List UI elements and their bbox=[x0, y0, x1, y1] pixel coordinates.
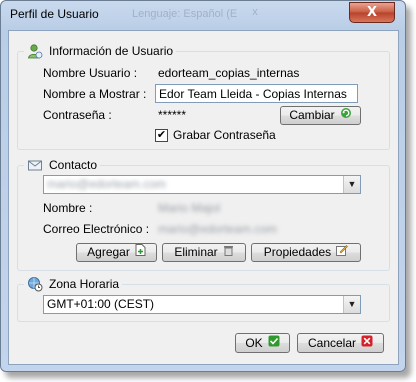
timezone-select-value: GMT+01:00 (CEST) bbox=[47, 297, 155, 311]
user-icon bbox=[27, 43, 43, 59]
background-close-icon: x bbox=[252, 6, 258, 18]
display-name-field[interactable] bbox=[155, 84, 358, 103]
change-password-label: Cambiar bbox=[289, 108, 335, 122]
edit-icon bbox=[336, 244, 349, 261]
password-value: ****** bbox=[158, 108, 187, 122]
contact-legend: Contacto bbox=[24, 157, 101, 173]
dialog-body: Información de Usuario Nombre Usuario : … bbox=[8, 30, 399, 365]
delete-contact-label: Eliminar bbox=[174, 245, 218, 259]
password-label: Contraseña : bbox=[43, 108, 112, 122]
contact-select[interactable]: mario@edorteam.com ▼ bbox=[43, 175, 361, 194]
cancel-button[interactable]: Cancelar bbox=[297, 333, 384, 353]
change-password-button[interactable]: Cambiar bbox=[280, 106, 361, 125]
timezone-legend: Zona Horaria bbox=[24, 276, 123, 292]
add-icon bbox=[135, 244, 146, 261]
background-window-text: Lenguaje: Español (E bbox=[132, 8, 238, 20]
timezone-select[interactable]: GMT+01:00 (CEST) ▼ bbox=[43, 295, 361, 314]
chevron-down-icon[interactable]: ▼ bbox=[343, 296, 360, 313]
globe-clock-icon bbox=[27, 276, 43, 292]
user-info-title: Información de Usuario bbox=[49, 44, 174, 58]
envelope-icon bbox=[27, 157, 43, 173]
check-icon bbox=[268, 335, 280, 352]
timezone-group: Zona Horaria GMT+01:00 (CEST) ▼ bbox=[17, 276, 390, 322]
save-password-checkbox[interactable]: ✔ bbox=[155, 129, 168, 142]
username-label: Nombre Usuario : bbox=[43, 66, 138, 80]
timezone-title: Zona Horaria bbox=[49, 277, 120, 291]
contact-properties-label: Propiedades bbox=[263, 245, 332, 259]
display-name-label: Nombre a Mostrar : bbox=[43, 87, 147, 101]
chevron-down-icon[interactable]: ▼ bbox=[343, 176, 360, 193]
close-button[interactable]: X bbox=[349, 2, 395, 23]
contact-name-label: Nombre : bbox=[43, 201, 93, 215]
user-info-legend: Información de Usuario bbox=[24, 43, 177, 59]
cancel-x-icon bbox=[361, 335, 373, 352]
save-password-label: Grabar Contraseña bbox=[173, 128, 276, 142]
title-bar[interactable]: Perfil de Usuario Lenguaje: Español (E x… bbox=[1, 1, 405, 29]
cancel-label: Cancelar bbox=[307, 335, 357, 350]
delete-contact-button[interactable]: Eliminar bbox=[162, 243, 246, 262]
contact-title: Contacto bbox=[49, 158, 98, 172]
contact-select-value: mario@edorteam.com bbox=[47, 177, 166, 191]
refresh-icon bbox=[340, 107, 352, 124]
dialog-window: Perfil de Usuario Lenguaje: Español (E x… bbox=[0, 0, 406, 372]
username-value: edorteam_copias_internas bbox=[158, 66, 300, 80]
contact-email-value: mario@edorteam.com bbox=[158, 222, 277, 236]
contact-group: Contacto mario@edorteam.com ▼ Nombre : M… bbox=[17, 157, 390, 271]
contact-name-value: Mario Majol bbox=[158, 201, 221, 215]
ok-label: OK bbox=[245, 335, 263, 350]
trash-icon bbox=[223, 244, 234, 261]
contact-properties-button[interactable]: Propiedades bbox=[251, 243, 361, 262]
window-title: Perfil de Usuario bbox=[10, 7, 99, 21]
user-info-group: Información de Usuario Nombre Usuario : … bbox=[17, 43, 390, 150]
add-contact-label: Agregar bbox=[87, 245, 130, 259]
add-contact-button[interactable]: Agregar bbox=[76, 243, 157, 262]
contact-email-label: Correo Electrónico : bbox=[43, 222, 150, 236]
ok-button[interactable]: OK bbox=[235, 333, 290, 353]
